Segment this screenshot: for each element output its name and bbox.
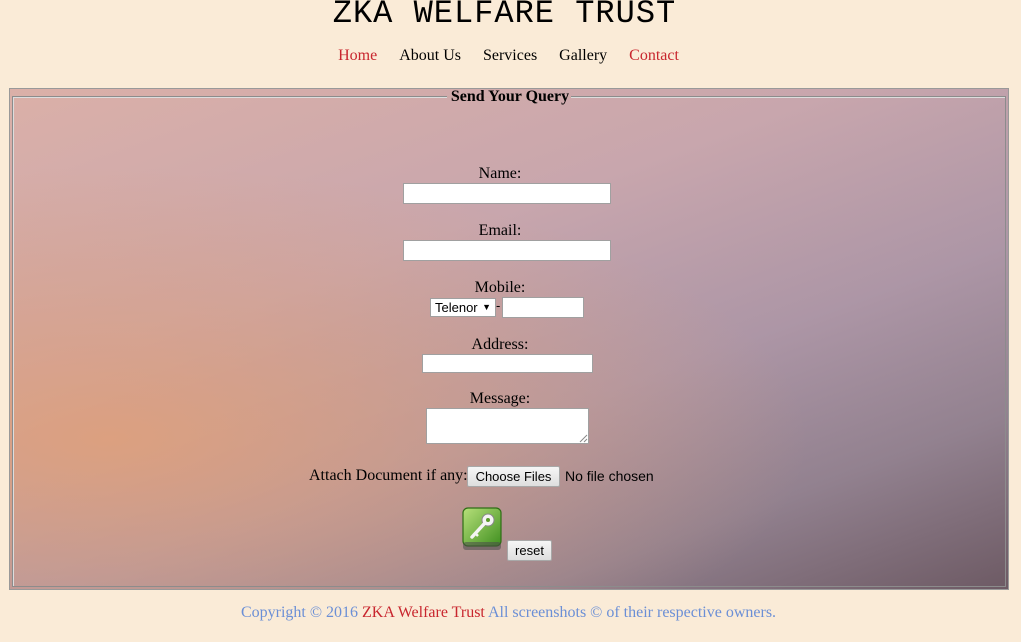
no-file-chosen-text: No file chosen xyxy=(565,468,654,484)
address-label: Address: xyxy=(471,336,529,353)
address-input[interactable] xyxy=(422,354,593,373)
nav-contact[interactable]: Contact xyxy=(629,47,679,65)
mobile-number-input[interactable] xyxy=(502,297,584,318)
name-input[interactable] xyxy=(403,183,611,204)
key-icon xyxy=(462,507,502,550)
site-title: ZKA WELFARE TRUST xyxy=(332,0,677,32)
submit-key-button[interactable] xyxy=(462,506,504,552)
reset-button[interactable]: reset xyxy=(507,540,552,561)
mobile-separator: - xyxy=(496,298,501,313)
choose-files-button[interactable]: Choose Files xyxy=(467,466,560,487)
footer-rights: All screenshots © of their respective ow… xyxy=(484,604,777,621)
main-nav: Home About Us Services Gallery Contact xyxy=(0,47,1017,65)
resize-handle-icon[interactable] xyxy=(579,434,588,443)
email-input[interactable] xyxy=(403,240,611,261)
footer-copyright: Copyright © 2016 xyxy=(240,604,362,621)
name-label: Name: xyxy=(478,165,522,182)
mobile-label: Mobile: xyxy=(474,279,526,296)
form-legend-text: Send Your Query xyxy=(450,88,570,105)
nav-about-us[interactable]: About Us xyxy=(399,47,461,65)
chevron-down-icon: ▼ xyxy=(482,302,491,312)
mobile-network-value: Telenor xyxy=(435,300,478,315)
nav-home[interactable]: Home xyxy=(338,47,377,65)
form-legend: Send Your Query xyxy=(10,88,1010,106)
nav-gallery[interactable]: Gallery xyxy=(559,47,607,65)
message-label: Message: xyxy=(469,390,531,407)
attach-label: Attach Document if any: xyxy=(309,467,468,484)
message-textarea[interactable] xyxy=(426,408,589,444)
email-label: Email: xyxy=(478,222,522,239)
mobile-network-select[interactable]: Telenor ▼ xyxy=(430,298,496,317)
footer-brand-link[interactable]: ZKA Welfare Trust xyxy=(362,604,485,621)
nav-services[interactable]: Services xyxy=(483,47,537,65)
footer: Copyright © 2016 ZKA Welfare Trust All s… xyxy=(0,604,1017,622)
